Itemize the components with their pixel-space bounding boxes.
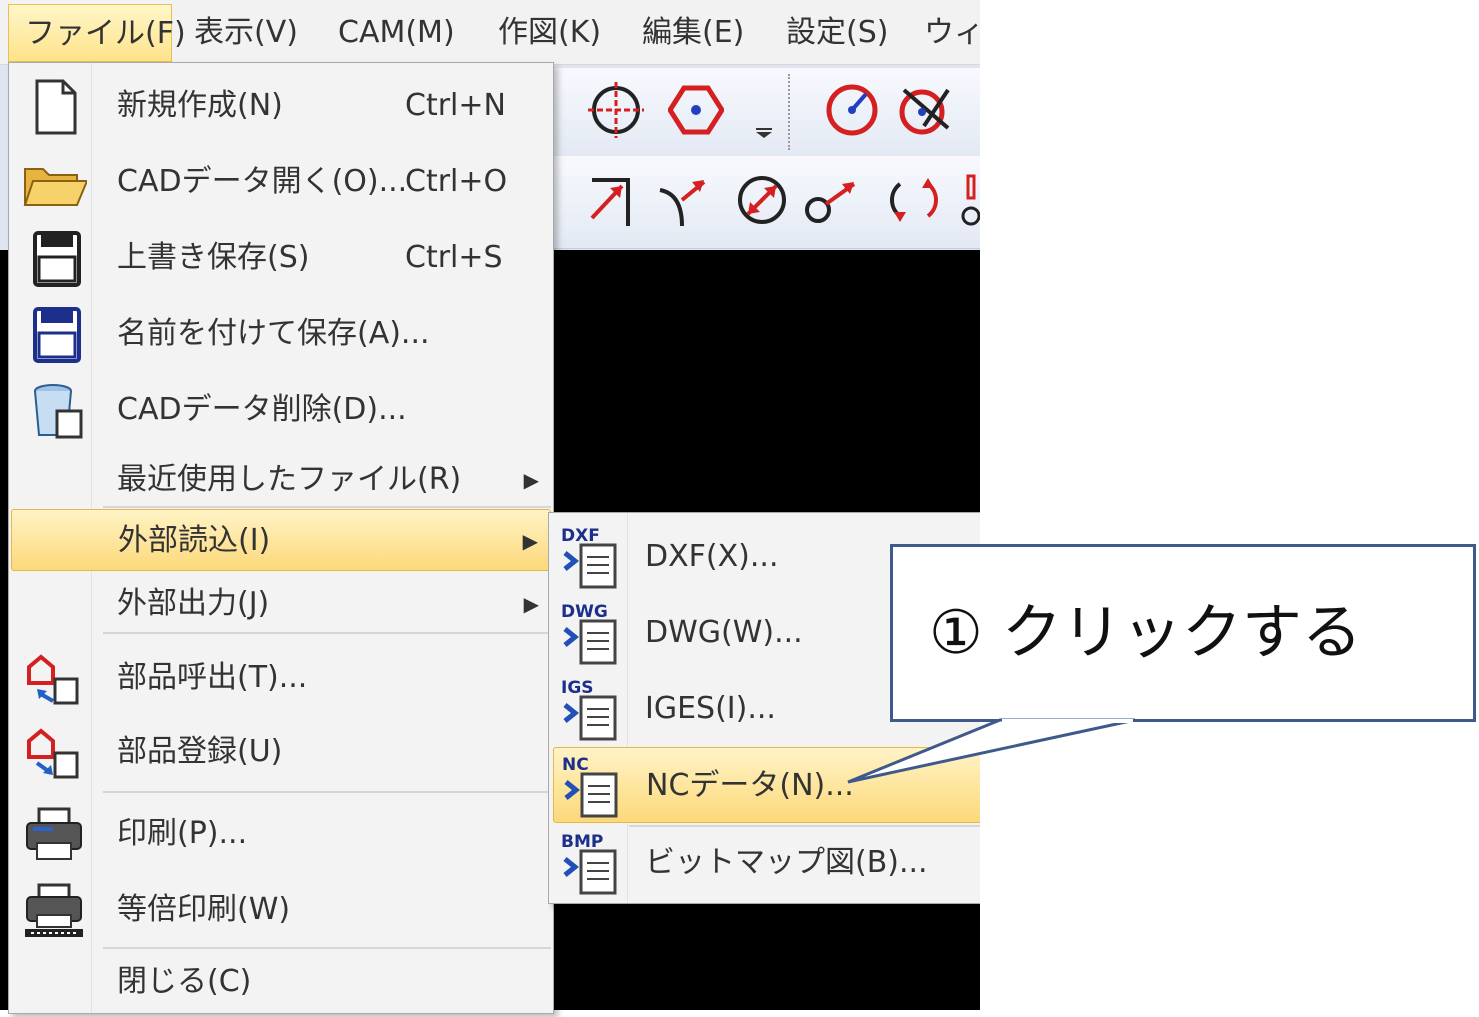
svg-text:BMP: BMP xyxy=(561,832,603,852)
printer-icon xyxy=(23,805,87,865)
toolbar-top xyxy=(540,68,980,157)
menu-item-label: 外部出力(J) xyxy=(117,586,270,621)
menu-item-label: 外部読込(I) xyxy=(118,523,271,558)
menu-item-label: CADデータ削除(D)... xyxy=(117,392,407,427)
menu-item-label: 名前を付けて保存(A)... xyxy=(117,316,430,351)
menu-item-shortcut: Ctrl+O xyxy=(405,164,508,199)
menu-item-label: 印刷(P)... xyxy=(117,816,248,851)
menu-item-label: 新規作成(N) xyxy=(117,88,283,123)
svg-text:IGS: IGS xyxy=(561,678,594,698)
circle-line-icon[interactable] xyxy=(802,172,858,228)
menu-cam[interactable]: CAM(M) xyxy=(338,4,455,62)
menu-item-external-import[interactable]: 外部読込(I) ▶ xyxy=(11,509,551,571)
menu-item-close[interactable]: 閉じる(C) xyxy=(9,947,553,1017)
menu-item-new[interactable]: 新規作成(N) Ctrl+N xyxy=(9,71,553,141)
part-register-icon xyxy=(23,723,87,783)
menu-file[interactable]: ファイル(F) xyxy=(8,4,186,62)
nc-file-icon: NC xyxy=(556,754,622,818)
save-icon xyxy=(23,229,87,289)
toolbar-grip[interactable] xyxy=(788,74,808,150)
save-as-icon xyxy=(23,305,87,365)
svg-text:NC: NC xyxy=(562,755,589,775)
menu-item-label: 最近使用したファイル(R) xyxy=(117,462,462,497)
line-trim-icon[interactable] xyxy=(654,172,710,228)
bmp-file-icon: BMP xyxy=(555,831,621,895)
open-folder-icon xyxy=(23,153,87,213)
menu-item-save[interactable]: 上書き保存(S) Ctrl+S xyxy=(9,223,553,293)
menu-item-shortcut: Ctrl+S xyxy=(405,240,503,275)
menu-item-part-load[interactable]: 部品呼出(T)... xyxy=(9,643,553,713)
submenu-arrow-icon: ▶ xyxy=(523,468,539,492)
menu-separator xyxy=(103,791,551,793)
svg-text:DWG: DWG xyxy=(561,602,608,622)
menu-item-label: 部品呼出(T)... xyxy=(117,660,308,695)
menu-item-label: 等倍印刷(W) xyxy=(117,892,291,927)
menu-settings[interactable]: 設定(S) xyxy=(786,4,888,62)
toolbar-overflow-icon[interactable] xyxy=(752,98,776,138)
callout-box: ① クリックする xyxy=(890,544,1476,722)
rotate-circle-icon[interactable] xyxy=(886,172,942,228)
submenu-arrow-icon: ▶ xyxy=(523,592,539,616)
hexagon-point-icon[interactable] xyxy=(668,82,724,138)
menu-item-open[interactable]: CADデータ開く(O)... Ctrl+O xyxy=(9,147,553,217)
menu-item-label: NCデータ(N)... xyxy=(646,768,854,803)
delete-data-icon xyxy=(23,381,87,441)
menu-item-print[interactable]: 印刷(P)... xyxy=(9,799,553,869)
submenu-item-nc-data[interactable]: NC NCデータ(N)... xyxy=(553,747,980,823)
menu-separator xyxy=(103,506,551,508)
menu-item-print-actual-size[interactable]: 等倍印刷(W) xyxy=(9,875,553,945)
menu-item-label: ビットマップ図(B)... xyxy=(645,845,928,880)
circle-diameter-icon[interactable] xyxy=(734,172,790,228)
new-document-icon xyxy=(23,77,87,137)
dxf-file-icon: DXF xyxy=(555,525,621,589)
callout-text: ① クリックする xyxy=(929,598,1362,668)
menu-item-label: IGES(I)... xyxy=(645,691,776,726)
partial-tool-icon[interactable] xyxy=(960,172,980,228)
menu-item-external-export[interactable]: 外部出力(J) ▶ xyxy=(9,569,553,639)
toolbar-second xyxy=(540,156,980,249)
menu-item-delete[interactable]: CADデータ削除(D)... xyxy=(9,375,553,445)
menu-item-label: CADデータ開く(O)... xyxy=(117,164,408,199)
menu-draw[interactable]: 作図(K) xyxy=(498,4,601,62)
menu-window[interactable]: ウィン xyxy=(924,4,980,62)
menu-item-shortcut: Ctrl+N xyxy=(405,88,506,123)
menu-item-label: DWG(W)... xyxy=(645,615,803,650)
menu-item-label: 上書き保存(S) xyxy=(117,240,310,275)
printer-scale-icon xyxy=(23,881,87,941)
menu-item-save-as[interactable]: 名前を付けて保存(A)... xyxy=(9,299,553,369)
menu-item-label: 閉じる(C) xyxy=(117,964,252,999)
menu-edit[interactable]: 編集(E) xyxy=(642,4,744,62)
circle-radius-icon[interactable] xyxy=(824,82,880,138)
iges-file-icon: IGS xyxy=(555,677,621,741)
line-corner-icon[interactable] xyxy=(584,172,640,228)
menu-item-recent-files[interactable]: 最近使用したファイル(R) ▶ xyxy=(9,445,553,515)
crosshair-center-icon[interactable] xyxy=(588,82,644,138)
file-menu: 新規作成(N) Ctrl+N CADデータ開く(O)... Ctrl+O 上書き… xyxy=(8,62,554,1014)
submenu-arrow-icon: ▶ xyxy=(522,529,538,553)
submenu-item-bitmap[interactable]: BMP ビットマップ図(B)... xyxy=(549,825,980,901)
menu-bar: ファイル(F) 表示(V) CAM(M) 作図(K) 編集(E) 設定(S) ウ… xyxy=(0,0,980,65)
menu-item-label: DXF(X)... xyxy=(645,539,779,574)
menu-view[interactable]: 表示(V) xyxy=(194,4,298,62)
menu-item-part-register[interactable]: 部品登録(U) xyxy=(9,717,553,787)
dwg-file-icon: DWG xyxy=(555,601,621,665)
svg-text:DXF: DXF xyxy=(561,526,600,546)
menu-separator xyxy=(103,632,551,634)
part-load-icon xyxy=(23,649,87,709)
circle-tangent-icon[interactable] xyxy=(896,82,952,138)
menu-item-label: 部品登録(U) xyxy=(117,734,283,769)
